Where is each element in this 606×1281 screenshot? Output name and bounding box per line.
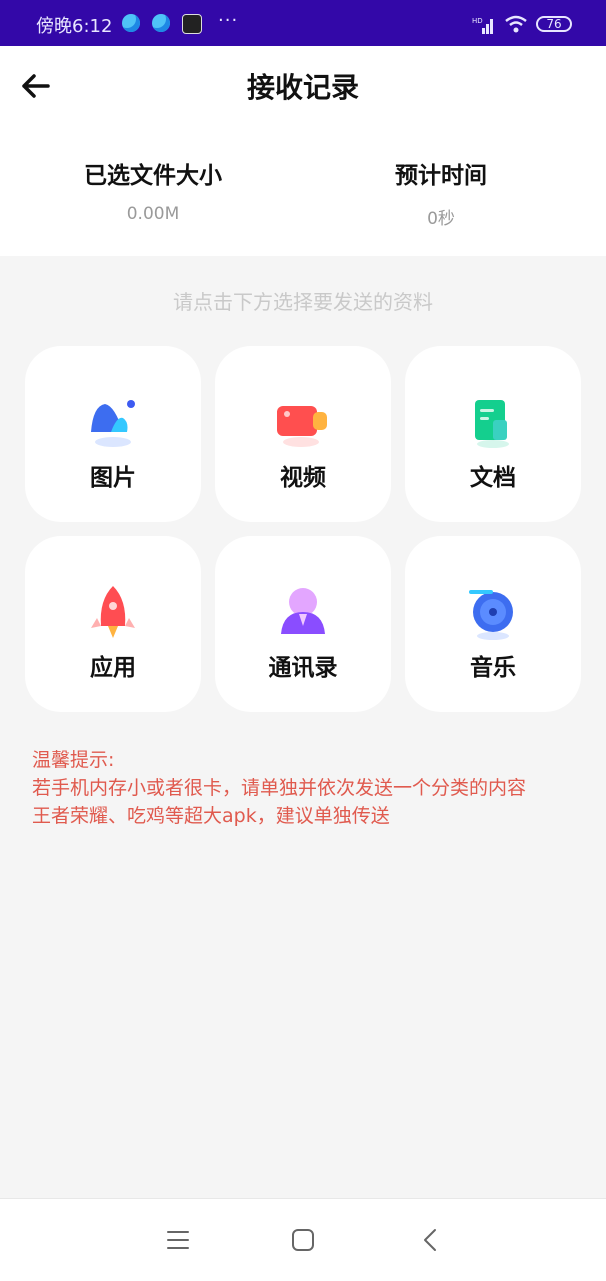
more-notifications-icon: ···: [218, 10, 239, 31]
notification-app-icon: [122, 14, 140, 32]
selected-size-stat: 已选文件大小 0.00M: [33, 156, 273, 224]
category-image[interactable]: 图片: [25, 346, 201, 522]
rocket-icon: [91, 586, 135, 638]
home-icon[interactable]: [290, 1227, 316, 1253]
tips-line: 若手机内存小或者很卡，请单独并依次发送一个分类的内容: [32, 777, 527, 799]
category-music[interactable]: 音乐: [405, 536, 581, 712]
category-label: 通讯录: [268, 655, 338, 681]
warm-tips: 温馨提示: 若手机内存小或者很卡，请单独并依次发送一个分类的内容 王者荣耀、吃鸡…: [32, 746, 592, 830]
status-bar: 傍晚6:12 ··· HD 76: [0, 0, 606, 46]
music-icon: [469, 590, 513, 640]
category-label: 应用: [90, 655, 136, 681]
category-label: 图片: [90, 465, 136, 491]
notification-app-icon: [182, 14, 202, 34]
header: 接收记录 已选文件大小 0.00M 预计时间 0秒: [0, 46, 606, 256]
category-label: 音乐: [470, 655, 516, 681]
selection-hint: 请点击下方选择要发送的资料: [173, 290, 433, 314]
network-type-label: HD: [472, 17, 483, 25]
category-document[interactable]: 文档: [405, 346, 581, 522]
tips-title: 温馨提示:: [32, 749, 115, 771]
battery-icon: 76: [536, 16, 572, 32]
category-contacts[interactable]: 通讯录: [215, 536, 391, 712]
video-icon: [277, 406, 327, 447]
tips-line: 王者荣耀、吃鸡等超大apk，建议单独传送: [32, 805, 390, 827]
menu-icon[interactable]: [165, 1227, 191, 1253]
system-navigation-bar: [0, 1198, 606, 1281]
category-video[interactable]: 视频: [215, 346, 391, 522]
document-icon: [475, 400, 509, 448]
estimated-time-label: 预计时间: [395, 163, 487, 189]
contacts-icon: [281, 588, 325, 634]
back-icon[interactable]: [418, 1227, 444, 1253]
status-time: 傍晚6:12: [36, 16, 113, 37]
page-title: 接收记录: [246, 71, 359, 104]
category-label: 视频: [280, 465, 326, 491]
estimated-time-stat: 预计时间 0秒: [321, 156, 561, 229]
estimated-time-value: 0秒: [427, 209, 455, 229]
selected-size-label: 已选文件大小: [84, 163, 222, 189]
signal-icon: HD: [472, 17, 493, 34]
selected-size-value: 0.00M: [126, 204, 180, 224]
wifi-icon: [505, 15, 527, 33]
category-label: 文档: [470, 465, 516, 491]
category-app[interactable]: 应用: [25, 536, 201, 712]
notification-app-icon: [152, 14, 170, 32]
image-icon: [91, 400, 135, 447]
